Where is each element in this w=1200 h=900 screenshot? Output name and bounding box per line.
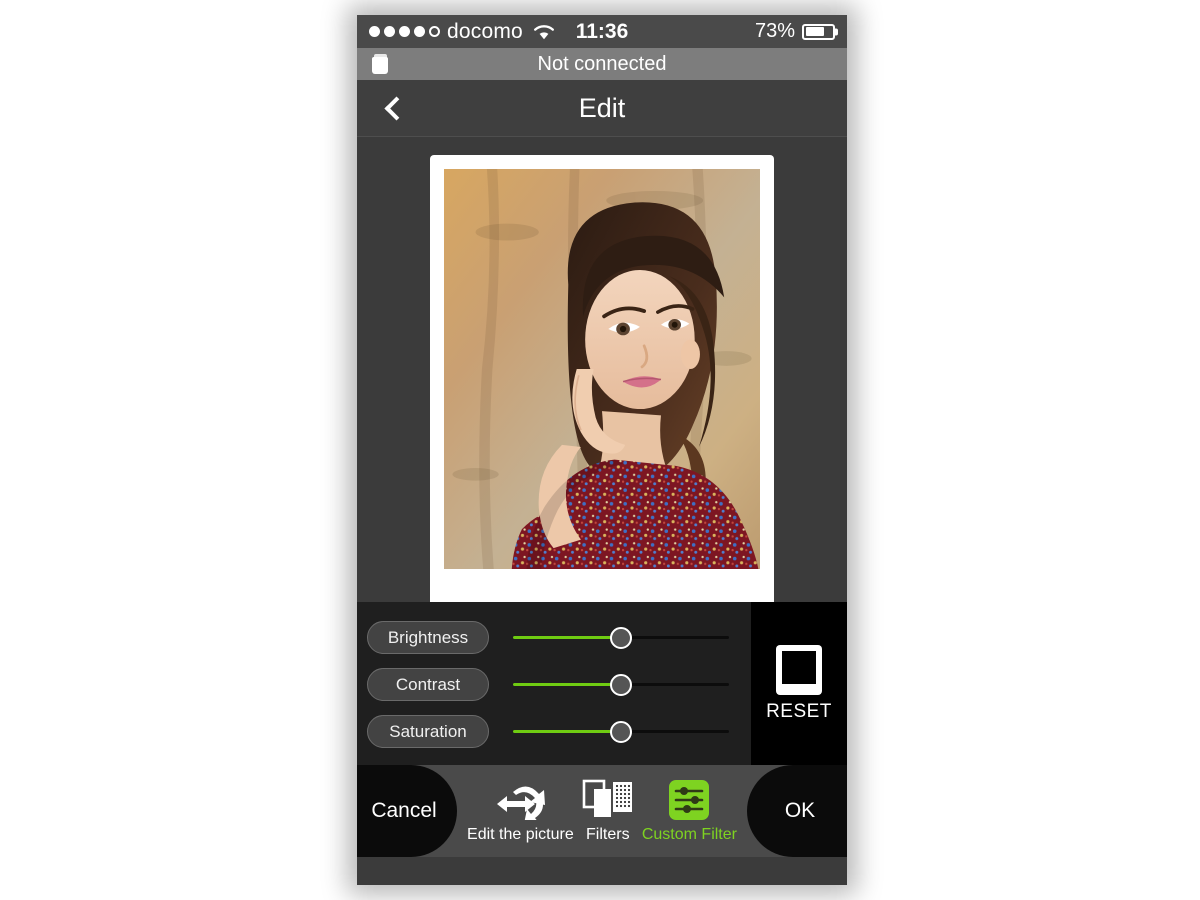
slider-thumb-brightness[interactable] (610, 626, 632, 649)
slider-track-fill (513, 683, 621, 686)
signal-dot-empty (429, 26, 440, 37)
slider-track-fill (513, 730, 621, 733)
slider-track-fill (513, 636, 621, 639)
phone-screen: docomo 11:36 73% Not connected Edit Brig… (357, 15, 847, 885)
filters-frames-icon (582, 779, 634, 821)
status-bar-left: docomo (369, 20, 555, 44)
signal-dot (399, 26, 410, 37)
slider-track-brightness[interactable] (513, 626, 729, 649)
page-title: Edit (578, 92, 626, 123)
slider-thumb-contrast[interactable] (610, 673, 632, 696)
carrier-label: docomo (447, 19, 523, 43)
slider-row-contrast: Contrast (357, 663, 751, 707)
screenshot-canvas: docomo 11:36 73% Not connected Edit Brig… (0, 0, 1200, 900)
connection-status-label: Not connected (537, 52, 667, 75)
signal-dot (369, 26, 380, 37)
bottom-toolbar: Cancel Edit the picture Filters Custom F… (357, 765, 847, 857)
slider-label-saturation[interactable]: Saturation (367, 715, 489, 748)
reset-button[interactable]: RESET (751, 602, 847, 765)
wifi-icon (533, 24, 555, 40)
portrait-illustration (444, 169, 760, 569)
sliders-icon (668, 779, 710, 821)
status-bar: docomo 11:36 73% (357, 15, 847, 48)
slider-thumb-saturation[interactable] (610, 720, 632, 743)
battery-percent-label: 73% (754, 20, 795, 42)
slider-row-brightness: Brightness (357, 616, 751, 660)
slider-label-contrast[interactable]: Contrast (367, 668, 489, 701)
battery-icon (802, 23, 835, 40)
signal-dot (384, 26, 395, 37)
photo-canvas (357, 137, 847, 615)
cancel-button[interactable]: Cancel (357, 765, 457, 857)
polaroid-frame[interactable] (430, 155, 774, 615)
slider-row-saturation: Saturation (357, 710, 751, 754)
tool-label: Custom Filter (641, 825, 737, 843)
tool-custom-filter[interactable]: Custom Filter (640, 779, 739, 844)
signal-strength-dots (369, 26, 440, 37)
polaroid-frame-icon (776, 644, 822, 695)
tool-label: Filters (586, 825, 630, 843)
slider-list: Brightness Contrast Saturation (357, 602, 751, 765)
status-bar-right: 73% (755, 20, 835, 43)
slider-track-saturation[interactable] (513, 720, 729, 743)
ok-button[interactable]: OK (747, 765, 847, 857)
slider-label-brightness[interactable]: Brightness (367, 621, 489, 654)
tool-edit-the-picture[interactable]: Edit the picture (465, 779, 576, 844)
adjust-panel: Brightness Contrast Saturation RESET (357, 602, 847, 765)
slider-track-contrast[interactable] (513, 673, 729, 696)
photo-preview[interactable] (444, 169, 760, 569)
tool-label: Edit the picture (467, 825, 574, 843)
connection-status-bar[interactable]: Not connected (357, 48, 847, 80)
tool-filters[interactable]: Filters (580, 779, 636, 844)
transform-arrows-icon (493, 779, 547, 821)
tool-list: Edit the picture Filters Custom Filter (457, 765, 747, 857)
signal-dot (414, 26, 425, 37)
navigation-bar: Edit (357, 80, 847, 137)
reset-label: RESET (766, 700, 832, 722)
